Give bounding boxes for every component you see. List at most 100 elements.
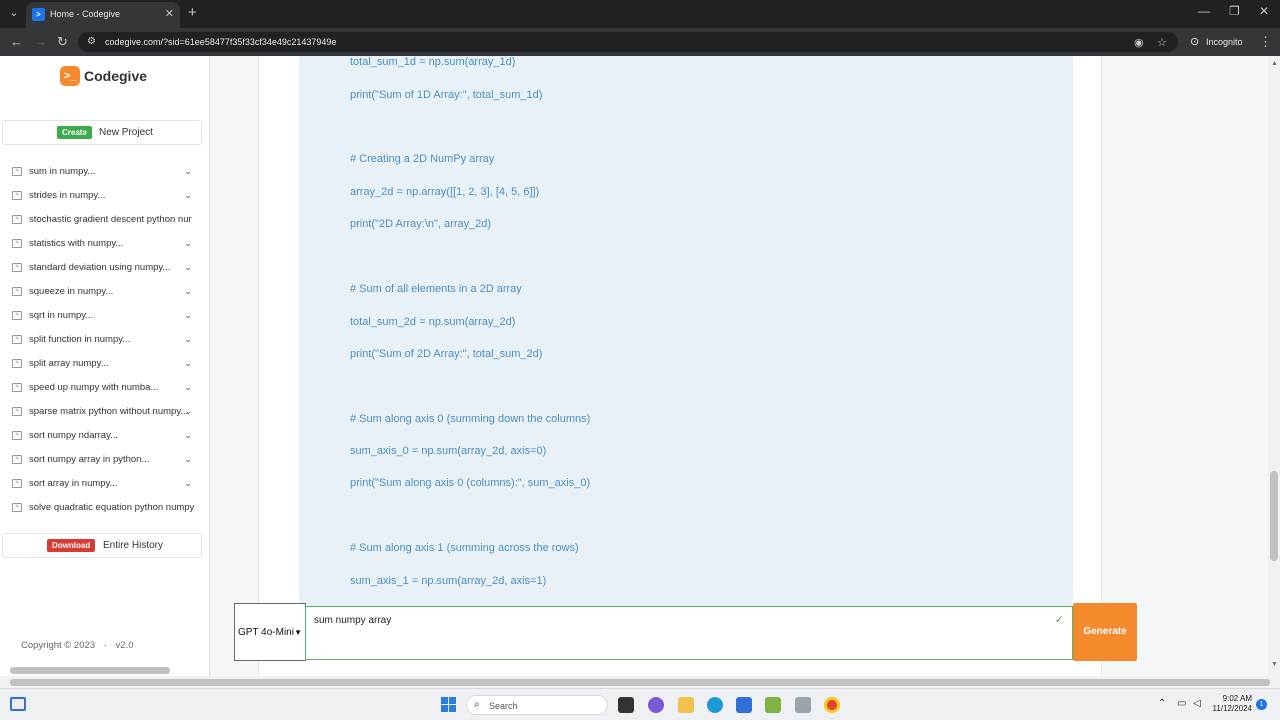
history-item[interactable]: > speed up numpy with numba... ⌄ — [10, 377, 204, 401]
code-line: total_sum_2d = np.sum(array_2d) — [350, 316, 516, 328]
terminal-icon: > — [12, 383, 22, 392]
code-line: array_2d = np.array([[1, 2, 3], [4, 5, 6… — [350, 186, 540, 198]
chevron-down-icon[interactable]: ⌄ — [184, 262, 192, 273]
chevron-down-icon[interactable]: ⌄ — [184, 478, 192, 489]
download-history-button[interactable]: Download Entire History — [2, 533, 202, 558]
back-arrow-icon[interactable]: ← — [10, 34, 23, 49]
minimize-icon[interactable]: — — [1198, 4, 1210, 18]
store-icon[interactable] — [736, 697, 752, 713]
chevron-down-icon[interactable]: ⌄ — [184, 406, 192, 417]
task-view-icon[interactable] — [618, 697, 634, 713]
history-item-label: speed up numpy with numba... — [29, 382, 159, 393]
chevron-down-icon[interactable]: ⌄ — [184, 310, 192, 321]
site-info-icon[interactable]: ⚙ — [87, 36, 99, 48]
code-line: print("Sum of 1D Array:", total_sum_1d) — [350, 89, 543, 101]
history-item[interactable]: > split function in numpy... ⌄ — [10, 329, 204, 353]
terminal-icon: > — [12, 287, 22, 296]
taskbar-search[interactable]: ⌕ Search — [466, 695, 608, 715]
terminal-icon: > — [12, 167, 22, 176]
reload-icon[interactable]: ↻ — [57, 34, 68, 50]
media-app-icon[interactable] — [795, 697, 811, 713]
page-scrollbar-thumb[interactable] — [1270, 471, 1278, 561]
history-item-label: stochastic gradient descent python nur — [29, 214, 192, 225]
history-item-label: split function in numpy... — [29, 334, 131, 345]
window-close-icon[interactable]: ✕ — [1259, 4, 1269, 18]
chevron-down-icon[interactable]: ⌄ — [184, 238, 192, 249]
chevron-down-icon[interactable]: ⌄ — [184, 382, 192, 393]
chevron-up-icon[interactable]: ⌃ — [1158, 698, 1166, 709]
history-item[interactable]: > sparse matrix python without numpy... ⌄ — [10, 401, 204, 425]
notification-badge[interactable]: 1 — [1256, 699, 1267, 710]
tracking-protection-icon[interactable]: ◉ — [1134, 36, 1144, 49]
horizontal-scrollbar-thumb[interactable] — [10, 679, 1270, 686]
history-item[interactable]: > sum in numpy... ⌄ — [10, 161, 204, 185]
history-item[interactable]: > sort numpy ndarray... ⌄ — [10, 425, 204, 449]
taskbar-clock[interactable]: 9:02 AM 11/12/2024 — [1212, 694, 1252, 714]
bookmark-star-icon[interactable]: ☆ — [1157, 36, 1167, 49]
new-tab-button[interactable]: + — [188, 4, 197, 21]
generate-button[interactable]: Generate — [1073, 603, 1137, 661]
history-item-label: sort array in numpy... — [29, 478, 118, 489]
history-item[interactable]: > solve quadratic equation python numpy — [10, 497, 204, 521]
logo-text: Codegive — [84, 68, 148, 84]
incognito-label: Incognito — [1206, 37, 1243, 47]
sidebar: >_ Codegive Create New Project > sum in n… — [0, 56, 210, 676]
scroll-down-icon[interactable]: ▼ — [1271, 661, 1278, 668]
forward-arrow-icon[interactable]: → — [34, 34, 47, 49]
history-item[interactable]: > split array numpy... ⌄ — [10, 353, 204, 377]
history-item[interactable]: > statistics with numpy... ⌄ — [10, 233, 204, 257]
file-explorer-icon[interactable] — [678, 697, 694, 713]
chevron-down-icon[interactable]: ⌄ — [184, 454, 192, 465]
history-item[interactable]: > squeeze in numpy... ⌄ — [10, 281, 204, 305]
chevron-down-icon[interactable]: ⌄ — [184, 334, 192, 345]
network-icon[interactable]: ▭ — [1177, 698, 1186, 709]
edge-browser-icon[interactable] — [707, 697, 723, 713]
notepad-app-icon[interactable] — [765, 697, 781, 713]
browser-tab[interactable]: > Home - Codegive ✕ — [26, 2, 180, 28]
incognito-icon: ⊙ — [1190, 36, 1200, 48]
clock-time: 9:02 AM — [1222, 694, 1252, 703]
code-line: sum_axis_1 = np.sum(array_2d, axis=1) — [350, 575, 547, 587]
prompt-input[interactable]: sum numpy array ✓ — [305, 606, 1073, 660]
check-icon: ✓ — [1054, 614, 1064, 626]
chevron-down-icon[interactable]: ⌄ — [184, 358, 192, 369]
chrome-browser-icon[interactable] — [824, 697, 840, 713]
history-item[interactable]: > strides in numpy... ⌄ — [10, 185, 204, 209]
main-area: total_sum_1d = np.sum(array_1d) print("S… — [210, 56, 1280, 676]
footer: Copyright © 2023 · v2.0 — [21, 640, 134, 651]
chevron-down-icon[interactable]: ⌄ — [184, 190, 192, 201]
copyright-text: Copyright © 2023 — [21, 640, 96, 651]
terminal-icon: > — [12, 263, 22, 272]
chevron-down-icon[interactable]: ⌄ — [184, 166, 192, 177]
chevron-down-icon[interactable]: ⌄ — [184, 430, 192, 441]
code-comment: # Sum along axis 1 (summing across the r… — [350, 542, 579, 554]
history-item[interactable]: > sort array in numpy... ⌄ — [10, 473, 204, 497]
history-item-label: statistics with numpy... — [29, 238, 124, 249]
model-select[interactable]: GPT 4o-Mini ▼ — [234, 603, 306, 661]
new-project-button[interactable]: Create New Project — [2, 120, 202, 145]
history-item[interactable]: > sort numpy array in python... ⌄ — [10, 449, 204, 473]
widgets-icon[interactable] — [10, 697, 26, 711]
browser-menu-icon[interactable]: ⋮ — [1259, 34, 1272, 50]
tab-search-chevron-icon[interactable]: ⌄ — [6, 5, 22, 21]
taskbar-search-label: Search — [489, 701, 518, 711]
tab-close-icon[interactable]: ✕ — [165, 7, 174, 20]
history-item[interactable]: > sqrt in numpy... ⌄ — [10, 305, 204, 329]
sidebar-scrollbar[interactable] — [10, 667, 170, 674]
chevron-down-icon[interactable]: ⌄ — [184, 286, 192, 297]
code-line: print("2D Array:\n", array_2d) — [350, 218, 492, 230]
download-label: Entire History — [103, 540, 164, 551]
address-bar[interactable]: ⚙ codegive.com/?sid=61ee58477f35f33cf34e… — [78, 32, 1178, 52]
volume-icon[interactable]: ◁ — [1193, 698, 1201, 709]
download-badge: Download — [47, 539, 96, 552]
restore-icon[interactable]: ❐ — [1229, 4, 1240, 18]
terminal-icon: > — [12, 503, 22, 512]
incognito-indicator[interactable]: ⊙ Incognito — [1188, 32, 1243, 52]
page-scrollbar-track[interactable] — [1268, 56, 1280, 676]
history-item[interactable]: > stochastic gradient descent python nur — [10, 209, 204, 233]
start-menu-icon[interactable] — [441, 697, 456, 712]
scroll-up-icon[interactable]: ▲ — [1271, 60, 1278, 67]
history-item[interactable]: > standard deviation using numpy... ⌄ — [10, 257, 204, 281]
chat-app-icon[interactable] — [648, 697, 664, 713]
codegive-logo-icon: >_ — [60, 66, 80, 86]
